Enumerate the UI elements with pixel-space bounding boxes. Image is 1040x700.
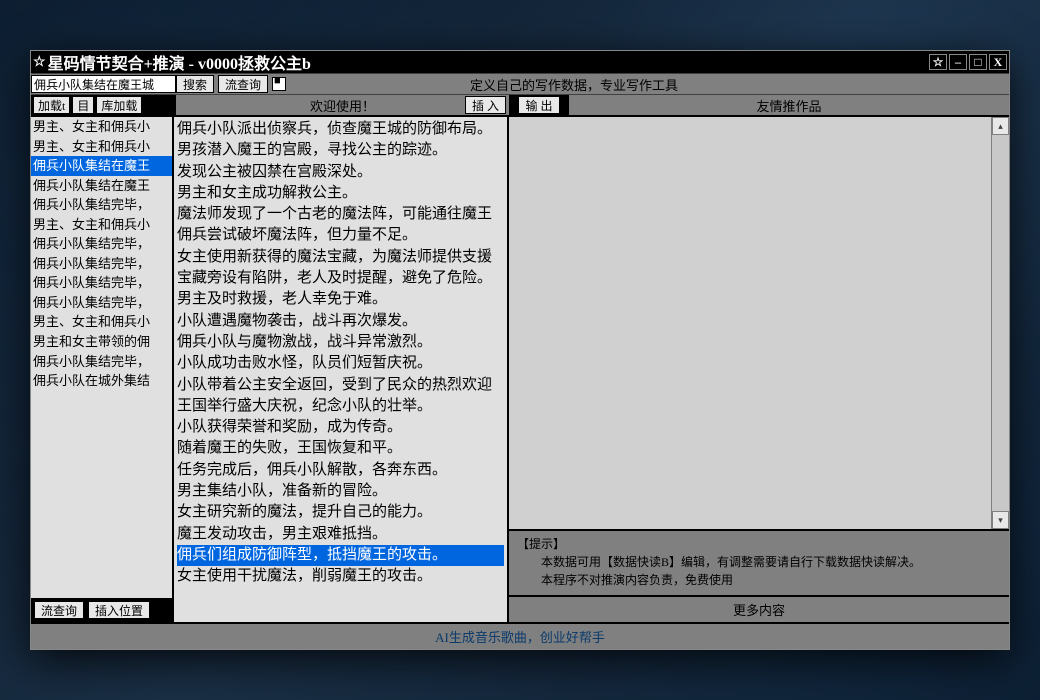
search-button[interactable]: 搜索 [176,75,214,93]
toc-button[interactable]: 目 [72,96,94,114]
story-line[interactable]: 小队带着公主安全返回，受到了民众的热烈欢迎 [177,375,504,396]
outline-item[interactable]: 佣兵小队集结完毕， [31,352,172,372]
action-toolbar: 加载t 目 库加载 欢迎使用！ 插 入 输 出 友情推作品 [31,95,1009,117]
outline-item[interactable]: 佣兵小队集结完毕， [31,234,172,254]
story-line[interactable]: 发现公主被囚禁在宫殿深处。 [177,162,504,183]
outline-item[interactable]: 佣兵小队集结完毕， [31,254,172,274]
insert-button[interactable]: 插 入 [465,96,506,114]
story-line[interactable]: 宝藏旁设有陷阱，老人及时提醒，避免了危险。 [177,268,504,289]
outline-panel: 男主、女主和佣兵小男主、女主和佣兵小佣兵小队集结在魔王佣兵小队集结在魔王佣兵小队… [31,117,174,622]
story-line[interactable]: 随着魔王的失败，王国恢复和平。 [177,438,504,459]
story-panel: 佣兵小队派出侦察兵，侦查魔王城的防御布局。男孩潜入魔王的宫殿，寻找公主的踪迹。发… [174,117,509,622]
story-line[interactable]: 佣兵尝试破坏魔法阵，但力量不足。 [177,225,504,246]
outline-item[interactable]: 男主、女主和佣兵小 [31,117,172,137]
search-toolbar: 搜索 流查询 定义自己的写作数据，专业写作工具 [31,73,1009,95]
story-line[interactable]: 小队遭遇魔物袭击，战斗再次爆发。 [177,311,504,332]
scroll-down-icon[interactable]: ▾ [992,511,1009,529]
story-line[interactable]: 佣兵小队派出侦察兵，侦查魔王城的防御布局。 [177,119,504,140]
outline-item[interactable]: 男主、女主和佣兵小 [31,137,172,157]
story-line[interactable]: 佣兵们组成防御阵型，抵挡魔王的攻击。 [177,545,504,566]
insert-position-button[interactable]: 插入位置 [88,601,150,619]
story-line[interactable]: 任务完成后，佣兵小队解散，各奔东西。 [177,460,504,481]
lib-load-button[interactable]: 库加载 [96,96,142,114]
app-window: ☆ 星码情节契合+推演 - v0000拯救公主b ☆ – □ X 搜索 流查询 … [30,50,1010,650]
scrollbar[interactable]: ▴ ▾ [991,117,1009,529]
story-line[interactable]: 佣兵小队与魔物激战，战斗异常激烈。 [177,332,504,353]
story-line[interactable]: 魔王发动攻击，男主艰难抵挡。 [177,524,504,545]
minimize-button[interactable]: – [949,54,967,70]
titlebar: ☆ 星码情节契合+推演 - v0000拯救公主b ☆ – □ X [31,51,1009,73]
window-title: 星码情节契合+推演 - v0000拯救公主b [48,50,311,74]
story-line[interactable]: 小队获得荣誉和奖励，成为传奇。 [177,417,504,438]
outline-item[interactable]: 佣兵小队集结完毕， [31,293,172,313]
recommend-text: 友情推作品 [756,96,821,115]
option-checkbox[interactable] [272,77,286,91]
load-button[interactable]: 加载t [33,96,70,114]
favorite-button[interactable]: ☆ [929,54,947,70]
scroll-up-icon[interactable]: ▴ [992,117,1009,135]
outline-item[interactable]: 佣兵小队在城外集结 [31,371,172,391]
tips-line-1: 本数据可用【数据快读B】编辑，有调整需要请自行下载数据快读解决。 [517,553,1001,571]
search-input[interactable] [31,75,176,93]
outline-item[interactable]: 男主、女主和佣兵小 [31,312,172,332]
tagline-text: 定义自己的写作数据，专业写作工具 [470,75,678,94]
story-line[interactable]: 王国举行盛大庆祝，纪念小队的壮举。 [177,396,504,417]
story-line[interactable]: 男主和女主成功解救公主。 [177,183,504,204]
story-line[interactable]: 女主使用新获得的魔法宝藏，为魔法师提供支援 [177,247,504,268]
outline-item[interactable]: 男主和女主带领的佣 [31,332,172,352]
tips-box: 【提示】 本数据可用【数据快读B】编辑，有调整需要请自行下载数据快读解决。 本程… [509,531,1009,597]
outline-item[interactable]: 佣兵小队集结在魔王 [31,156,172,176]
tips-header: 【提示】 [517,535,1001,553]
output-area[interactable]: ▴ ▾ [509,117,1009,531]
story-list[interactable]: 佣兵小队派出侦察兵，侦查魔王城的防御布局。男孩潜入魔王的宫殿，寻找公主的踪迹。发… [174,117,507,590]
flow-query-button[interactable]: 流查询 [218,75,268,93]
story-line[interactable]: 男孩潜入魔王的宫殿，寻找公主的踪迹。 [177,140,504,161]
star-icon: ☆ [33,54,46,71]
tips-line-2: 本程序不对推演内容负责，免费使用 [517,571,1001,589]
more-content-button[interactable]: 更多内容 [509,597,1009,622]
close-button[interactable]: X [989,54,1007,70]
story-line[interactable]: 女主使用干扰魔法，削弱魔王的攻击。 [177,566,504,587]
footer-ad[interactable]: AI生成音乐歌曲，创业好帮手 [31,622,1009,649]
story-line[interactable]: 小队成功击败水怪，队员们短暂庆祝。 [177,353,504,374]
maximize-button[interactable]: □ [969,54,987,70]
output-panel: ▴ ▾ 【提示】 本数据可用【数据快读B】编辑，有调整需要请自行下载数据快读解决… [509,117,1009,622]
welcome-text: 欢迎使用！ [310,96,375,115]
outline-list[interactable]: 男主、女主和佣兵小男主、女主和佣兵小佣兵小队集结在魔王佣兵小队集结在魔王佣兵小队… [31,117,172,598]
outline-item[interactable]: 佣兵小队集结完毕， [31,273,172,293]
story-line[interactable]: 魔法师发现了一个古老的魔法阵，可能通往魔王 [177,204,504,225]
outline-item[interactable]: 佣兵小队集结在魔王 [31,176,172,196]
story-line[interactable]: 女主研究新的魔法，提升自己的能力。 [177,502,504,523]
outline-item[interactable]: 男主、女主和佣兵小 [31,215,172,235]
story-line[interactable]: 男主及时救援，老人幸免于难。 [177,289,504,310]
story-line[interactable]: 男主集结小队，准备新的冒险。 [177,481,504,502]
export-button[interactable]: 输 出 [518,96,559,114]
outline-item[interactable]: 佣兵小队集结完毕， [31,195,172,215]
main-area: 男主、女主和佣兵小男主、女主和佣兵小佣兵小队集结在魔王佣兵小队集结在魔王佣兵小队… [31,117,1009,622]
flow-query-button-2[interactable]: 流查询 [34,601,84,619]
